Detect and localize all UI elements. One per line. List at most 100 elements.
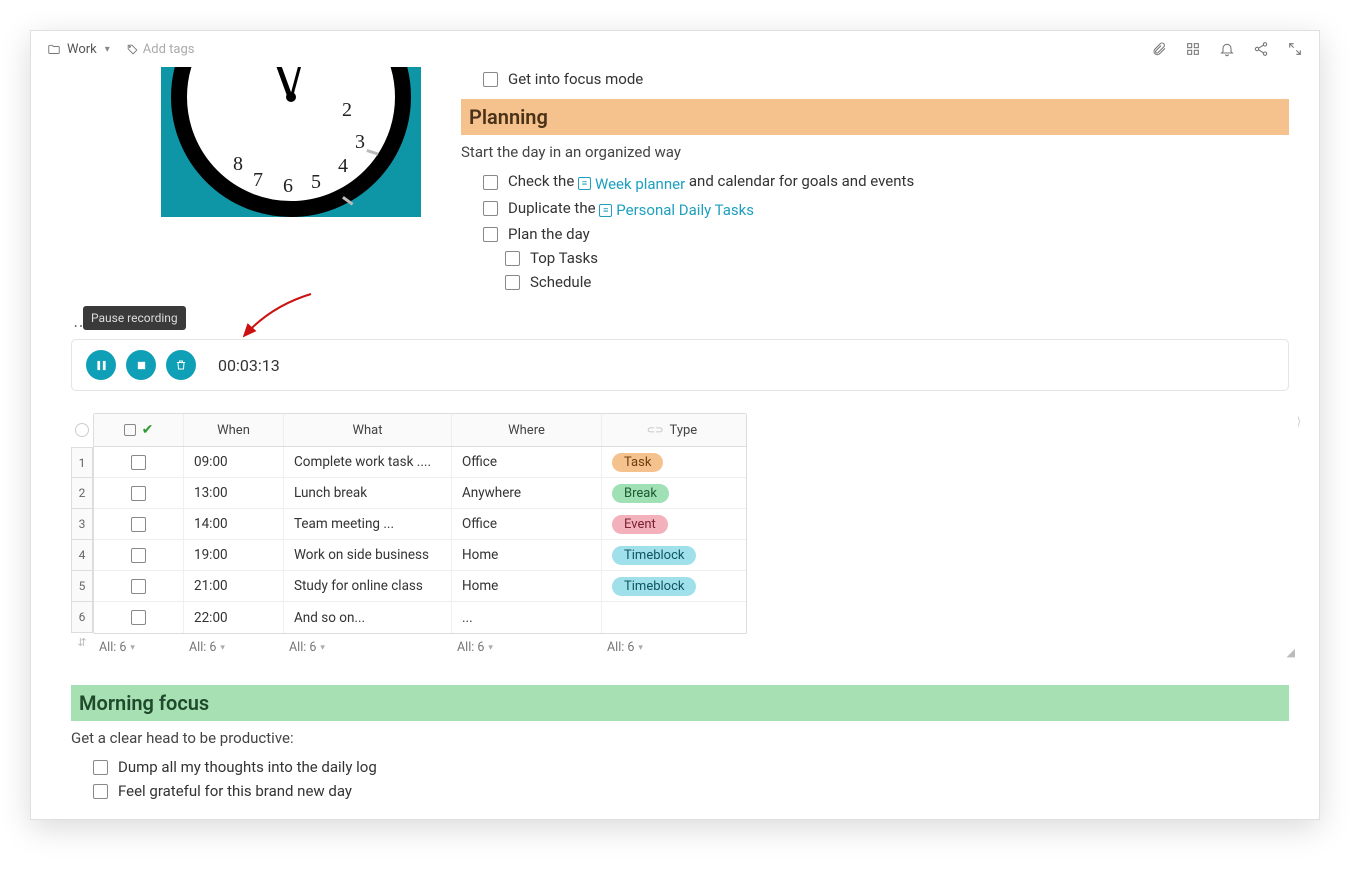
row-number[interactable]: 6: [71, 602, 93, 633]
share-icon[interactable]: [1253, 41, 1269, 57]
checkbox[interactable]: [483, 201, 498, 216]
checkbox[interactable]: [483, 175, 498, 190]
task-text: Schedule: [530, 273, 591, 291]
table-row: 14:00Team meeting ...Office Event: [94, 509, 746, 540]
table-row: 22:00And so on......: [94, 602, 746, 633]
header-checkbox-icon[interactable]: [124, 424, 136, 436]
top-bar: Work ▾ Add tags: [31, 31, 1319, 67]
checkbox[interactable]: [483, 227, 498, 242]
link-personal-daily[interactable]: ≡ Personal Daily Tasks: [599, 201, 754, 219]
table-row: 19:00Work on side businessHomeTimeblock: [94, 540, 746, 571]
resize-handle-icon[interactable]: ◢: [1287, 646, 1295, 659]
col-type[interactable]: ⊂⊃ Type: [602, 414, 742, 446]
footer-summary[interactable]: All: 6▾: [189, 640, 289, 655]
row-checkbox[interactable]: [131, 486, 146, 501]
table-row: 21:00Study for online classHome Timeblock: [94, 571, 746, 602]
cell-what[interactable]: Work on side business: [284, 540, 452, 570]
row-checkbox[interactable]: [131, 548, 146, 563]
cell-type[interactable]: Timeblock: [602, 540, 742, 570]
expand-icon[interactable]: [1287, 41, 1303, 57]
filter-icon[interactable]: ⇵: [71, 636, 93, 649]
checkbox[interactable]: [93, 784, 108, 799]
link-week-planner[interactable]: ≡ Week planner: [578, 175, 685, 193]
cell-when[interactable]: 13:00: [184, 478, 284, 508]
row-checkbox[interactable]: [131, 610, 146, 625]
breadcrumb-folder[interactable]: Work: [67, 42, 97, 57]
cell-where[interactable]: Home: [452, 540, 602, 570]
cell-when[interactable]: 22:00: [184, 602, 284, 633]
cell-type[interactable]: Timeblock: [602, 571, 742, 601]
checkbox[interactable]: [505, 275, 520, 290]
cell-type[interactable]: Event: [602, 509, 742, 539]
cell-type[interactable]: Break: [602, 478, 742, 508]
planning-heading: Planning: [461, 99, 1289, 135]
pause-button[interactable]: [86, 350, 116, 380]
cell-type[interactable]: [602, 602, 742, 633]
attachment-icon[interactable]: [1151, 41, 1167, 57]
col-where[interactable]: Where: [452, 414, 602, 446]
app-frame: Work ▾ Add tags: [30, 30, 1320, 820]
cell-what[interactable]: Study for online class: [284, 571, 452, 601]
checkbox[interactable]: [483, 72, 498, 87]
morning-subtitle: Get a clear head to be productive:: [71, 729, 1289, 747]
task-text: Top Tasks: [530, 249, 598, 267]
footer-summary[interactable]: All: 6▾: [607, 640, 747, 655]
cell-what[interactable]: Lunch break: [284, 478, 452, 508]
delete-button[interactable]: [166, 350, 196, 380]
recording-block: Pause recording ⋯ 00:03:13: [71, 316, 1289, 391]
col-what[interactable]: What: [284, 414, 452, 446]
row-checkbox[interactable]: [131, 579, 146, 594]
cell-what[interactable]: Team meeting ...: [284, 509, 452, 539]
grid-icon[interactable]: [1185, 41, 1201, 57]
add-tags-button[interactable]: Add tags: [126, 42, 195, 57]
row-number[interactable]: 4: [71, 540, 93, 571]
type-pill: Event: [612, 515, 668, 534]
chevron-down-icon[interactable]: ▾: [105, 44, 110, 55]
cell-where[interactable]: Anywhere: [452, 478, 602, 508]
cell-when[interactable]: 19:00: [184, 540, 284, 570]
task-text: Feel grateful for this brand new day: [118, 782, 352, 800]
clock-image: 2 3 4 5 6 7 8: [71, 67, 431, 294]
footer-summary[interactable]: All: 6▾: [99, 640, 189, 655]
task-text: Check the ≡ Week planner and calendar fo…: [508, 172, 914, 193]
bell-icon[interactable]: [1219, 41, 1235, 57]
row-number[interactable]: 2: [71, 478, 93, 509]
header-check-icon: ✔: [142, 422, 154, 438]
checkbox[interactable]: [93, 760, 108, 775]
doc-icon: ≡: [578, 177, 591, 190]
cell-type[interactable]: Task: [602, 447, 742, 477]
task-text: Plan the day: [508, 225, 590, 243]
recording-timer: 00:03:13: [218, 356, 280, 375]
cell-where[interactable]: Office: [452, 509, 602, 539]
col-when[interactable]: When: [184, 414, 284, 446]
row-number[interactable]: 3: [71, 509, 93, 540]
cell-what[interactable]: And so on...: [284, 602, 452, 633]
row-number[interactable]: 5: [71, 571, 93, 602]
schedule-table: 123456 ⇵ ✔ When What Where: [71, 413, 1289, 655]
row-checkbox[interactable]: [131, 517, 146, 532]
footer-summary[interactable]: All: 6▾: [289, 640, 457, 655]
column-add-icon[interactable]: ⟩: [1297, 415, 1301, 428]
row-number[interactable]: 1: [71, 447, 93, 478]
cell-when[interactable]: 14:00: [184, 509, 284, 539]
cell-where[interactable]: Home: [452, 571, 602, 601]
cell-when[interactable]: 21:00: [184, 571, 284, 601]
table-row: 13:00Lunch breakAnywhereBreak: [94, 478, 746, 509]
task-text: Duplicate the ≡ Personal Daily Tasks: [508, 199, 754, 220]
stop-button[interactable]: [126, 350, 156, 380]
cell-what[interactable]: Complete work task ....: [284, 447, 452, 477]
row-checkbox[interactable]: [131, 455, 146, 470]
cell-where[interactable]: Office: [452, 447, 602, 477]
folder-icon: [47, 42, 61, 56]
add-tags-label: Add tags: [143, 42, 195, 57]
checkbox[interactable]: [505, 251, 520, 266]
footer-summary[interactable]: All: 6▾: [457, 640, 607, 655]
type-pill: Task: [612, 453, 663, 472]
link-icon: ⊂⊃: [647, 425, 664, 436]
task-text: Dump all my thoughts into the daily log: [118, 758, 377, 776]
cell-when[interactable]: 09:00: [184, 447, 284, 477]
cell-where[interactable]: ...: [452, 602, 602, 633]
type-pill: Timeblock: [612, 577, 696, 596]
doc-icon: ≡: [599, 204, 612, 217]
row-select-all[interactable]: [75, 423, 89, 437]
